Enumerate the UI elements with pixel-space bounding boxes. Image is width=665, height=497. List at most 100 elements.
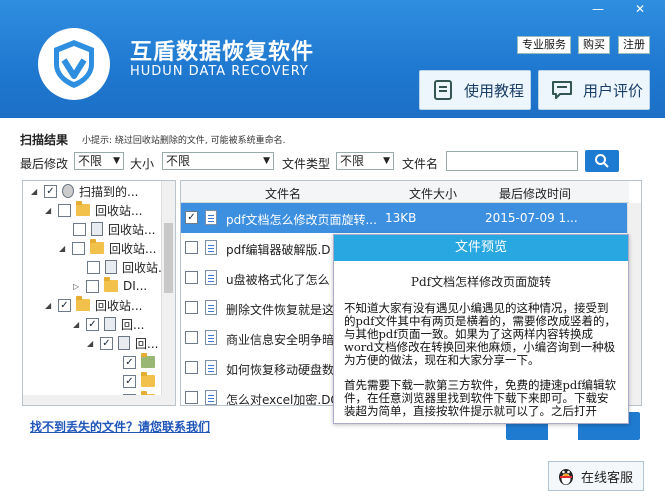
file-preview-popup: 文件预览 Pdf文档怎样修改页面旋转 不知道大家有没有遇见小编遇见的这种情况，接… (333, 234, 629, 424)
folder-icon (76, 296, 90, 311)
tree-item[interactable]: ◢ 回收站... (45, 200, 142, 220)
file-checkbox[interactable] (185, 361, 198, 374)
file-size: 13KB (385, 211, 417, 225)
column-name[interactable]: 文件名 (265, 185, 301, 202)
file-name-label: 文件名 (402, 157, 439, 171)
file-checkbox[interactable] (185, 331, 198, 344)
tree-checkbox[interactable]: ✓ (44, 184, 57, 198)
app-subtitle: HUDUN DATA RECOVERY (130, 64, 309, 79)
collapse-icon[interactable]: ▷ (73, 282, 83, 291)
recycle-bin-icon (91, 222, 103, 236)
document-icon (205, 270, 217, 285)
tree-checkbox[interactable]: ✓ (123, 374, 136, 388)
tree-checkbox[interactable] (73, 222, 86, 236)
modified-label: 最后修改 (20, 157, 69, 171)
tree-item[interactable]: ✓ (123, 352, 160, 372)
chevron-down-icon: ▼ (383, 156, 390, 166)
tree-item[interactable]: ▷ DI... (73, 276, 147, 296)
professional-service-link[interactable]: 专业服务 (517, 36, 571, 54)
recycle-bin-icon (104, 317, 116, 331)
tree-horizontal-scrollbar[interactable] (23, 395, 162, 405)
drive-icon (62, 184, 74, 198)
expand-icon[interactable]: ◢ (59, 244, 69, 253)
tree-checkbox[interactable]: ✓ (123, 355, 136, 369)
tree-checkbox[interactable]: ✓ (100, 336, 113, 350)
tree-item-label: DI... (123, 279, 148, 293)
list-scrollbar[interactable] (627, 203, 641, 405)
list-header: 文件名 文件大小 最后修改时间 (181, 181, 629, 203)
search-button[interactable] (585, 150, 619, 172)
document-icon (205, 360, 217, 375)
file-checkbox[interactable] (185, 301, 198, 314)
online-service-label: 在线客服 (581, 470, 634, 486)
file-name: 商业信息安全明争暗 (226, 333, 335, 347)
minimize-button[interactable]: — (584, 0, 612, 18)
file-name: pdf编辑器破解版.D (226, 243, 331, 257)
folder-icon (141, 353, 155, 368)
expand-icon[interactable]: ◢ (73, 320, 83, 329)
file-type-select-value: 不限 (340, 154, 365, 168)
tree-item[interactable]: ✓ (123, 371, 160, 391)
file-checkbox[interactable] (185, 271, 198, 284)
tree-item[interactable]: ◢ ✓ 回收站... (45, 295, 142, 315)
tree-checkbox[interactable] (72, 241, 85, 255)
file-checkbox[interactable]: ✓ (185, 211, 198, 224)
file-row[interactable]: ✓ pdf文档怎么修改页面旋转... 13KB 2015-07-09 1... (181, 203, 629, 233)
expand-icon[interactable]: ◢ (31, 187, 41, 196)
file-checkbox[interactable] (185, 391, 198, 404)
tree-item[interactable]: ◢ ✓ 扫描到的... (31, 181, 138, 201)
preview-heading: Pdf文档怎样修改页面旋转 (410, 275, 552, 289)
tree-item[interactable]: ◢ ✓ 回... (73, 314, 144, 334)
register-link[interactable]: 注册 (618, 36, 650, 54)
scan-tip: 小提示: 绕过回收站删除的文件, 可能被系统重命名. (82, 136, 286, 146)
tree-checkbox[interactable] (87, 260, 100, 274)
tree-item[interactable]: ◢ ✓ 回... (87, 333, 158, 353)
tree-scroll-thumb[interactable] (164, 223, 173, 293)
tree-checkbox[interactable] (86, 279, 99, 293)
tree-item[interactable]: ◢ 回收站... (59, 238, 156, 258)
tree-scrollbar[interactable] (161, 181, 175, 405)
tree-item-label: 回收站... (95, 298, 143, 313)
file-type-select[interactable]: 不限 ▼ (336, 152, 394, 170)
tree-checkbox[interactable] (58, 203, 71, 217)
modified-select[interactable]: 不限 ▼ (74, 152, 124, 170)
tree-checkbox[interactable]: ✓ (58, 298, 71, 312)
file-name-input[interactable] (446, 151, 578, 171)
user-review-button[interactable]: 用户评价 (538, 70, 650, 110)
tree-item[interactable]: 回收站... (73, 219, 155, 239)
qq-penguin-icon (559, 469, 573, 485)
review-label: 用户评价 (583, 81, 644, 100)
file-checkbox[interactable] (185, 241, 198, 254)
file-name: u盘被格式化了怎么 (226, 273, 330, 287)
column-date[interactable]: 最后修改时间 (499, 185, 571, 202)
folder-tree[interactable]: ◢ ✓ 扫描到的... ◢ 回收站... 回收站... ◢ 回收站... 回收站... … (22, 180, 176, 406)
document-icon (205, 240, 217, 255)
close-button[interactable]: ✕ (626, 0, 654, 18)
file-name: 如何恢复移动硬盘数 (226, 363, 335, 377)
modified-select-value: 不限 (78, 154, 103, 168)
column-size[interactable]: 文件大小 (409, 185, 457, 202)
file-date: 2015-07-09 1... (485, 211, 578, 225)
purchase-link[interactable]: 购买 (578, 36, 610, 54)
folder-icon (104, 277, 118, 292)
app-window: 互盾数据恢复软件 HUDUN DATA RECOVERY — ✕ 专业服务 购买… (0, 0, 665, 497)
expand-icon[interactable]: ◢ (45, 301, 55, 310)
search-icon (595, 154, 609, 168)
review-icon (552, 81, 572, 99)
document-icon (205, 330, 217, 345)
contact-help-link[interactable]: 找不到丢失的文件？请您联系我们 (30, 418, 210, 435)
expand-icon[interactable]: ◢ (45, 206, 55, 215)
chevron-down-icon: ▼ (263, 156, 270, 166)
tree-item-label: 回... (121, 317, 145, 332)
tutorial-button[interactable]: 使用教程 (419, 70, 531, 110)
size-select[interactable]: 不限 ▼ (162, 152, 274, 170)
tree-checkbox[interactable]: ✓ (86, 317, 99, 331)
recycle-bin-icon (105, 260, 117, 274)
tree-item-label: 回收站... (108, 222, 156, 237)
preview-paragraph: 首先需要下载一款第三方软件，免费的捷速pdf编辑软件，在任意浏览器里找到软件下载… (344, 378, 616, 418)
tree-item[interactable]: 回收站... (87, 257, 169, 277)
document-icon (205, 210, 217, 225)
expand-icon[interactable]: ◢ (87, 339, 97, 348)
online-service-button[interactable]: 在线客服 (548, 461, 644, 491)
size-select-value: 不限 (166, 154, 191, 168)
